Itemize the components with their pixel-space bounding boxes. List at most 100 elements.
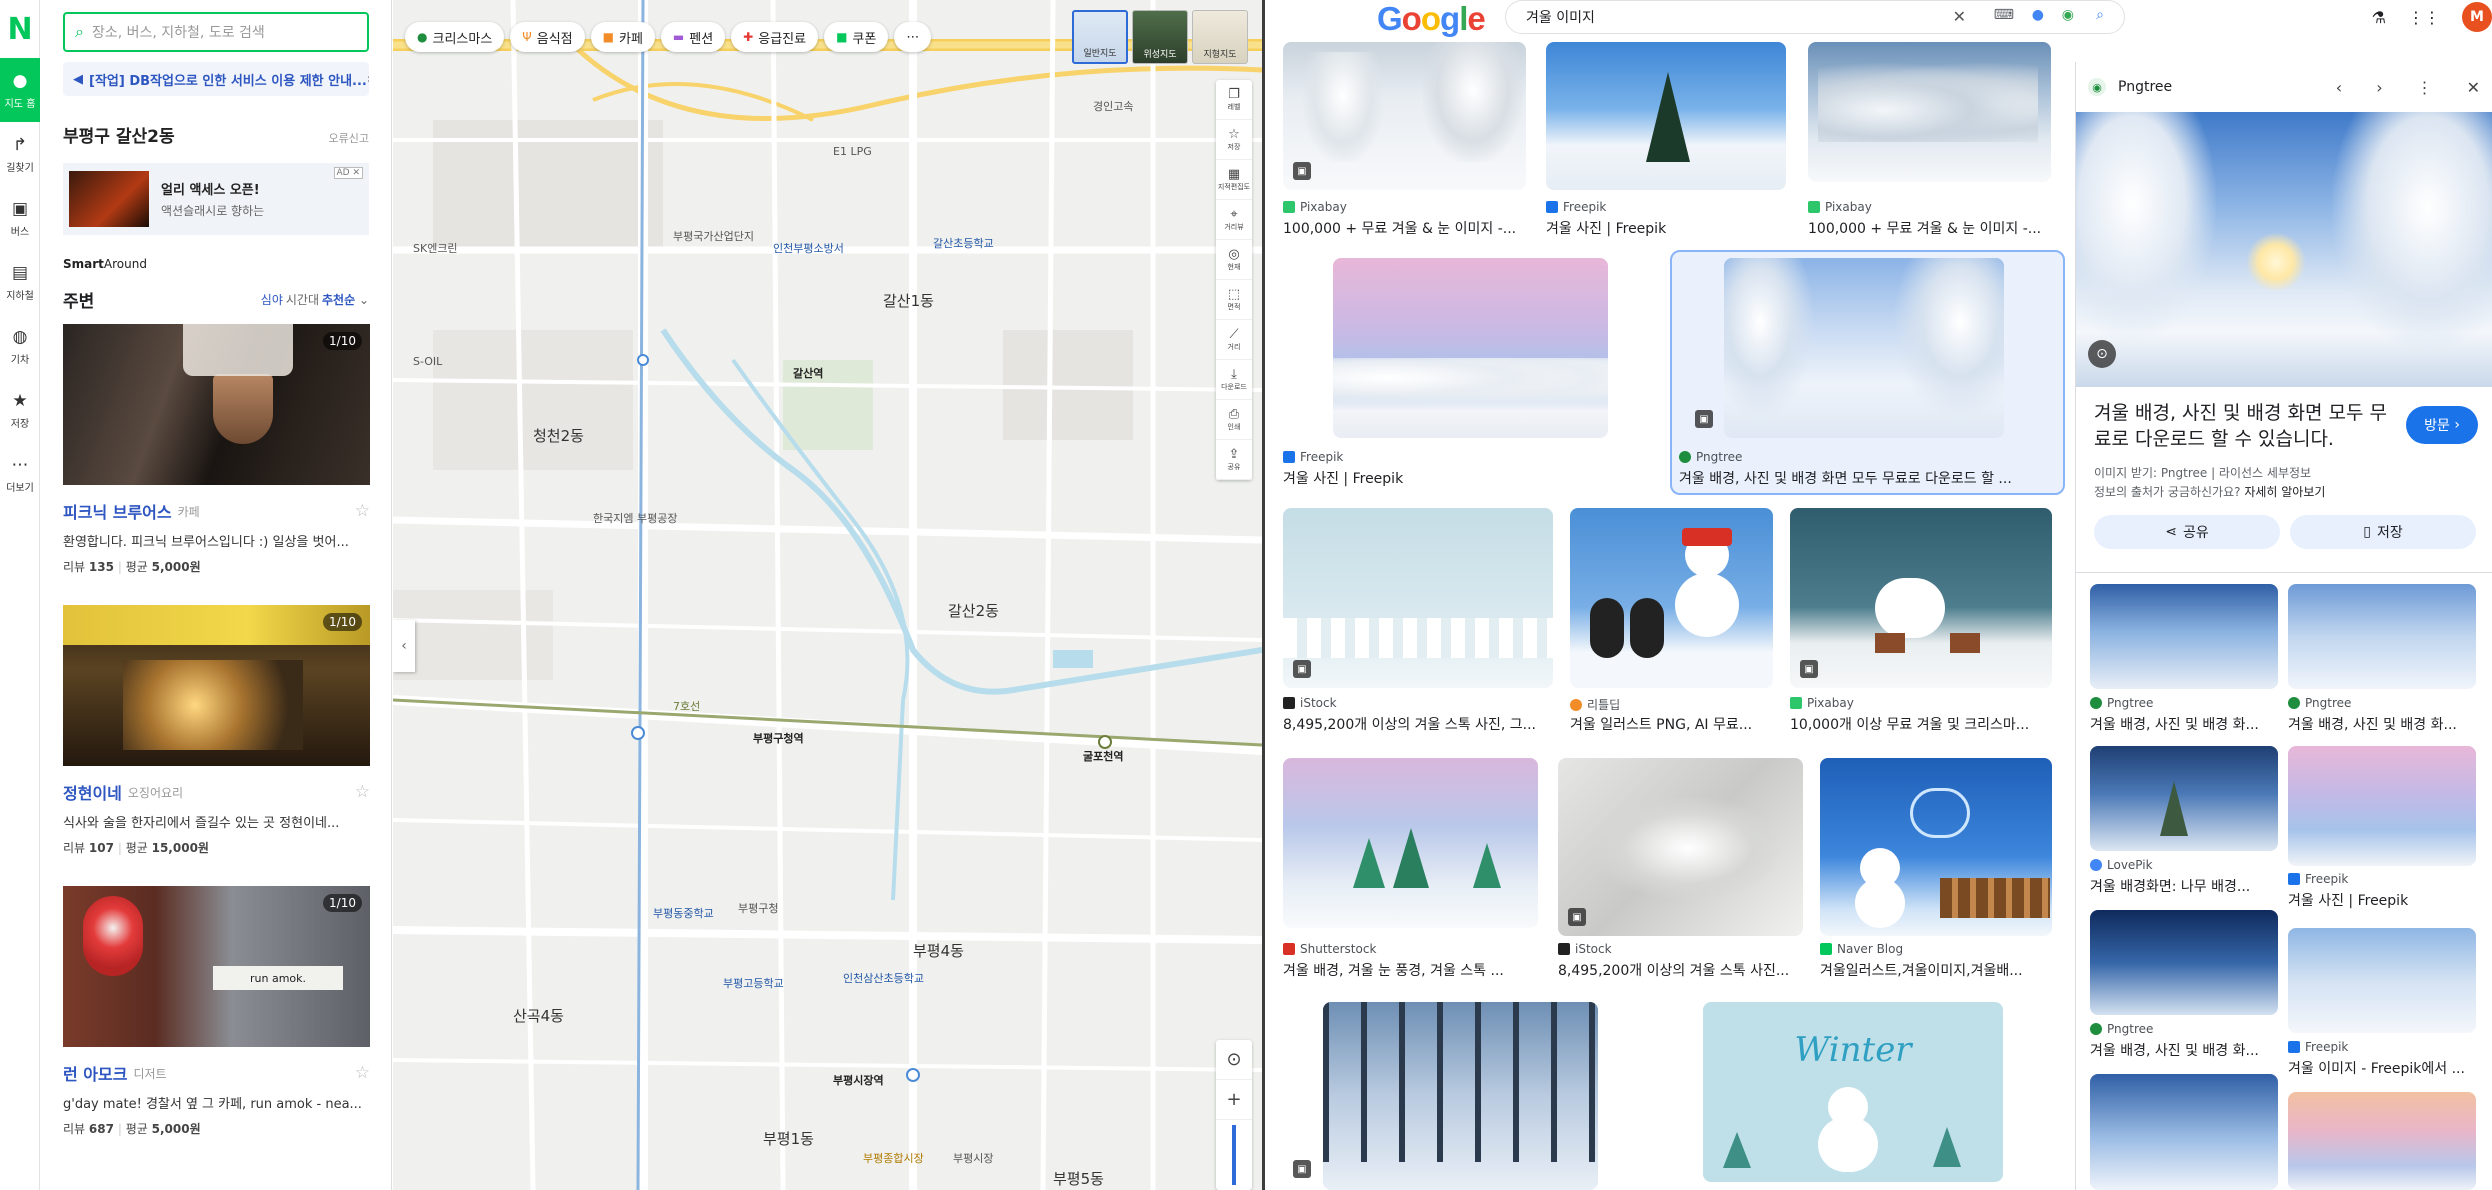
- map-type-normal[interactable]: 일반지도: [1072, 10, 1128, 64]
- collapse-panel-button[interactable]: ‹: [393, 620, 415, 672]
- rail-map-home[interactable]: ● 지도 홈: [0, 58, 40, 122]
- image-result[interactable]: Shutterstock 겨울 배경, 겨울 눈 풍경, 겨울 스톡 ...: [1283, 758, 1543, 988]
- map-canvas[interactable]: 갈산1동 갈산2동 청천2동 산곡4동 부평4동 부평1동 부평5동 갈산역 부…: [393, 0, 1262, 1190]
- image-result[interactable]: ▣ iStock 8,495,200개 이상의 겨울 스톡 사진, 그...: [1283, 508, 1553, 738]
- tool-distance[interactable]: ⟋ 거리: [1216, 320, 1252, 360]
- place-name[interactable]: 런 아모크: [63, 1061, 127, 1085]
- result-title[interactable]: 8,495,200개 이상의 겨울 스톡 사진, 그...: [1283, 714, 1548, 734]
- image-result[interactable]: Freepik 겨울 사진 | Freepik: [1546, 42, 1786, 242]
- result-title[interactable]: 8,495,200개 이상의 겨울 스톡 사진...: [1558, 960, 1798, 980]
- map-search-input[interactable]: ⌕ 장소, 버스, 지하철, 도로 검색: [63, 12, 369, 52]
- tool-save[interactable]: ☆ 저장: [1216, 120, 1252, 160]
- place-photo[interactable]: 1/10: [63, 605, 370, 766]
- zoom-slider[interactable]: [1216, 1120, 1252, 1190]
- related-thumbnail[interactable]: [2090, 910, 2278, 1015]
- google-search-box[interactable]: 겨울 이미지 ✕ ⌨ ● ◉ ⌕: [1505, 0, 2125, 34]
- zoom-in-button[interactable]: +: [1216, 1080, 1252, 1120]
- star-outline-icon[interactable]: ☆: [355, 1063, 370, 1083]
- result-thumbnail[interactable]: [1724, 258, 2004, 438]
- result-thumbnail[interactable]: [1283, 508, 1553, 688]
- related-image[interactable]: Freepik 겨울 사진 | Freepik: [2288, 746, 2478, 916]
- place-card[interactable]: run amok. 1/10 런 아모크 디저트 ☆ g'day mate! 경찰서…: [63, 886, 370, 1137]
- related-title[interactable]: 겨울 배경화면: 나무 배경...: [2090, 876, 2278, 896]
- rail-train[interactable]: ◍ 기차: [0, 314, 40, 378]
- related-image[interactable]: Freepik 겨울 이미지 - Freepik에서 ...: [2288, 928, 2478, 1098]
- related-title[interactable]: 겨울 사진 | Freepik: [2288, 890, 2476, 910]
- related-thumbnail[interactable]: [2090, 746, 2278, 851]
- tool-cadastral[interactable]: ▦ 지적편집도: [1216, 160, 1252, 200]
- visit-button[interactable]: 방문 ›: [2406, 406, 2478, 444]
- ad-banner[interactable]: 얼리 액세스 오픈! 액션슬래시로 향하는 AD ✕: [63, 163, 369, 235]
- result-thumbnail[interactable]: [1283, 758, 1538, 928]
- image-result[interactable]: ▣ iStock 8,495,200개 이상의 겨울 스톡 사진...: [1558, 758, 1803, 988]
- labs-icon[interactable]: ⚗: [2372, 8, 2386, 27]
- related-image[interactable]: [2288, 1092, 2478, 1190]
- chip-pension[interactable]: ▬ 펜션: [660, 22, 726, 52]
- lens-icon[interactable]: ◉: [2062, 7, 2074, 23]
- image-result[interactable]: ▣ Pixabay 100,000 + 무료 겨울 & 눈 이미지 -...: [1283, 42, 1526, 242]
- tool-current[interactable]: ◎ 현재: [1216, 240, 1252, 280]
- place-photo[interactable]: run amok. 1/10: [63, 886, 370, 1047]
- place-card[interactable]: 1/10 정현이네 오징어요리 ☆ 식사와 술을 한자리에서 즐길수 있는 곳 정현…: [63, 605, 370, 856]
- image-result-selected[interactable]: ▣ Pngtree 겨울 배경, 사진 및 배경 화면 모두 무료로 다운로드 …: [1679, 258, 2059, 498]
- related-image[interactable]: LovePik 겨울 배경화면: 나무 배경...: [2090, 746, 2278, 916]
- rail-subway[interactable]: ▤ 지하철: [0, 250, 40, 314]
- rail-more[interactable]: ⋯ 더보기: [0, 442, 40, 506]
- report-error-link[interactable]: 오류신고: [329, 130, 369, 146]
- related-image[interactable]: Pngtree 겨울 배경, 사진 및 배경 화...: [2090, 910, 2278, 1080]
- rail-bus[interactable]: ▣ 버스: [0, 186, 40, 250]
- map-type-terrain[interactable]: 지형지도: [1192, 10, 1248, 64]
- result-thumbnail[interactable]: [1546, 42, 1786, 190]
- related-thumbnail[interactable]: [2090, 1074, 2278, 1190]
- related-title[interactable]: 겨울 이미지 - Freepik에서 ...: [2288, 1058, 2476, 1078]
- share-button[interactable]: ⋖ 공유: [2094, 515, 2280, 549]
- save-button[interactable]: ▯ 저장: [2290, 515, 2476, 549]
- preview-source[interactable]: Pngtree: [2118, 79, 2172, 95]
- related-thumbnail[interactable]: [2288, 584, 2476, 689]
- map-type-satellite[interactable]: 위성지도: [1132, 10, 1188, 64]
- naver-logo[interactable]: N: [0, 0, 40, 58]
- apps-grid-icon[interactable]: ⋮⋮: [2408, 8, 2440, 27]
- related-thumbnail[interactable]: [2288, 928, 2476, 1033]
- related-image[interactable]: Pngtree 겨울 배경, 사진 및 배경 화...: [2288, 584, 2478, 754]
- result-thumbnail[interactable]: Winter: [1703, 1002, 2003, 1182]
- learn-more-link[interactable]: 자세히 알아보기: [2244, 485, 2325, 499]
- tool-download[interactable]: ⤓ 다운로드: [1216, 360, 1252, 400]
- chevron-left-icon[interactable]: ‹: [2336, 78, 2342, 97]
- result-title[interactable]: 겨울 배경, 사진 및 배경 화면 모두 무료로 다운로드 할 ...: [1679, 468, 2054, 488]
- rail-saved[interactable]: ★ 저장: [0, 378, 40, 442]
- result-thumbnail[interactable]: [1283, 42, 1526, 190]
- result-thumbnail[interactable]: [1808, 42, 2051, 182]
- result-title[interactable]: 100,000 + 무료 겨울 & 눈 이미지 -...: [1283, 218, 1526, 238]
- chip-christmas[interactable]: ● 크리스마스: [405, 22, 505, 52]
- result-title[interactable]: 100,000 + 무료 겨울 & 눈 이미지 -...: [1808, 218, 2051, 238]
- place-name[interactable]: 정현이네: [63, 780, 122, 804]
- mic-icon[interactable]: ●: [2032, 7, 2044, 23]
- related-thumbnail[interactable]: [2288, 1092, 2476, 1190]
- image-result[interactable]: 리틀딥 겨울 일러스트 PNG, AI 무료...: [1570, 508, 1780, 738]
- place-photo[interactable]: 1/10: [63, 324, 370, 485]
- related-title[interactable]: 겨울 배경, 사진 및 배경 화...: [2288, 714, 2476, 734]
- related-image[interactable]: Pngtree 겨울 배경, 사진 및 배경 화...: [2090, 584, 2278, 754]
- chip-restaurant[interactable]: Ψ 음식점: [510, 22, 585, 52]
- image-result[interactable]: Pixabay 100,000 + 무료 겨울 & 눈 이미지 -...: [1808, 42, 2051, 242]
- result-title[interactable]: 겨울 일러스트 PNG, AI 무료...: [1570, 714, 1773, 734]
- related-title[interactable]: 겨울 배경, 사진 및 배경 화...: [2090, 1040, 2278, 1060]
- preview-image[interactable]: ⊙: [2076, 112, 2492, 387]
- tool-streetview[interactable]: ⌖ 거리뷰: [1216, 200, 1252, 240]
- related-image[interactable]: [2090, 1074, 2278, 1190]
- result-title[interactable]: 겨울일러스트,겨울이미지,겨울배...: [1820, 960, 2052, 980]
- nearby-sort[interactable]: 심야 시간대 추천순 ⌄: [261, 291, 369, 308]
- tool-area[interactable]: ⬚ 면적: [1216, 280, 1252, 320]
- image-result[interactable]: Freepik 겨울 사진 | Freepik: [1283, 258, 1683, 498]
- result-title[interactable]: 겨울 사진 | Freepik: [1546, 218, 1786, 238]
- image-result[interactable]: ▣ Pixabay 10,000개 이상 무료 겨울 및 크리스마...: [1790, 508, 2052, 738]
- chevron-right-icon[interactable]: ›: [2376, 78, 2382, 97]
- locate-me-button[interactable]: ⊙: [1216, 1040, 1252, 1080]
- search-icon[interactable]: ⌕: [2096, 7, 2104, 23]
- clear-icon[interactable]: ✕: [1953, 7, 1966, 26]
- result-thumbnail[interactable]: [1558, 758, 1803, 936]
- tool-share[interactable]: ⇪ 공유: [1216, 440, 1252, 480]
- more-vert-icon[interactable]: ⋮: [2417, 78, 2433, 97]
- tool-print[interactable]: ⎙ 인쇄: [1216, 400, 1252, 440]
